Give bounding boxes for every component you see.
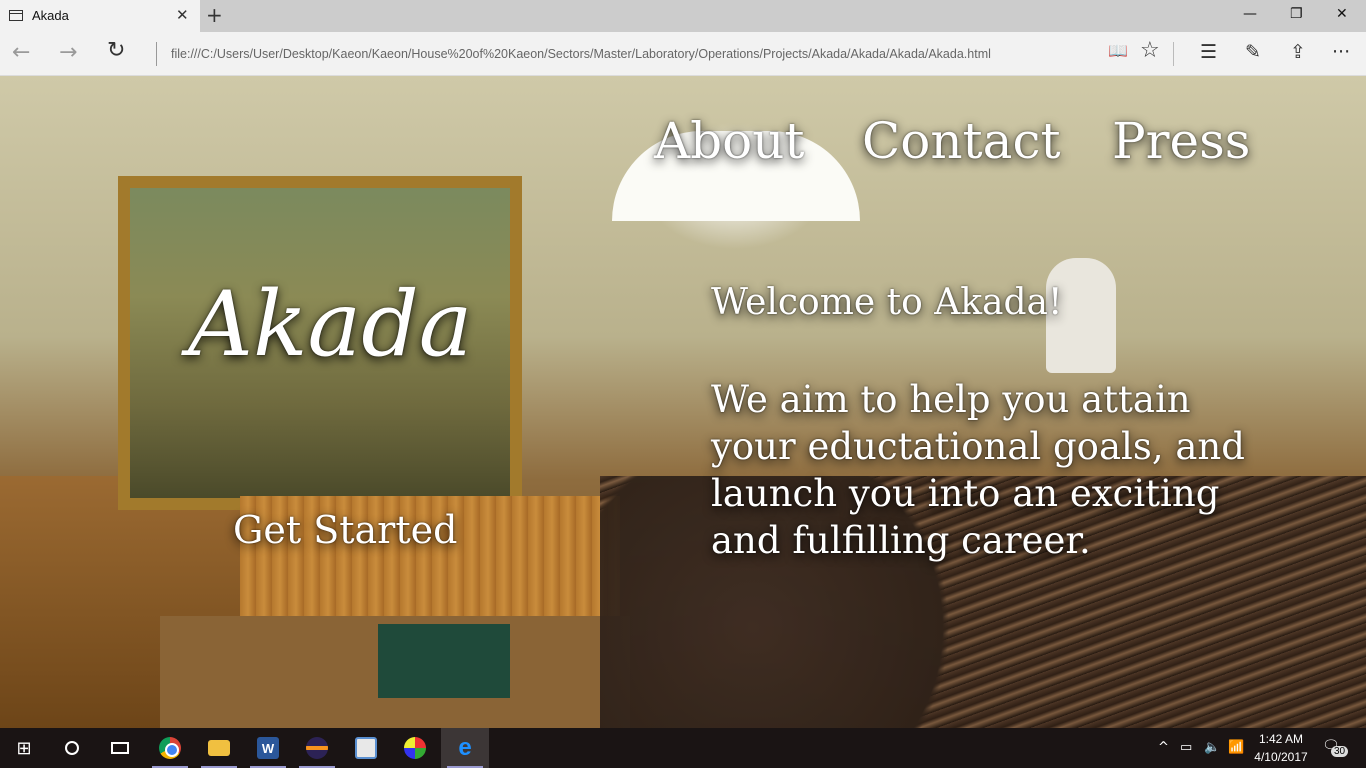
taskbar-edge[interactable]: e	[441, 728, 489, 768]
paint-palette-icon	[404, 737, 426, 759]
tab-title: Akada	[32, 8, 69, 23]
page-icon	[9, 10, 23, 21]
taskbar-eclipse[interactable]	[293, 728, 341, 768]
share-icon[interactable]: ⇪	[1290, 41, 1306, 63]
minimize-button[interactable]: —	[1243, 6, 1257, 22]
reading-view-icon[interactable]: 📖	[1108, 41, 1128, 60]
site-logo-title: Akada	[188, 272, 473, 377]
start-button[interactable]: ⊞	[0, 728, 48, 768]
restore-button[interactable]: ❐	[1290, 6, 1303, 22]
word-icon: W	[257, 737, 279, 759]
windows-icon: ⊞	[16, 737, 32, 759]
page-background: About Contact Press Akada Get Started We…	[0, 76, 1366, 728]
taskbar-file-explorer[interactable]	[195, 728, 243, 768]
cortana-button[interactable]	[48, 728, 96, 768]
tab-close-icon[interactable]: ✕	[176, 6, 189, 24]
taskbar-chrome[interactable]	[146, 728, 194, 768]
task-view-button[interactable]	[96, 728, 144, 768]
taskbar-photos[interactable]	[342, 728, 390, 768]
forward-arrow-icon[interactable]: →	[59, 40, 77, 65]
wifi-icon[interactable]: 📶	[1228, 740, 1244, 755]
nav-about-link[interactable]: About	[654, 112, 805, 170]
notification-count-badge: 30	[1331, 746, 1349, 757]
show-hidden-icons-chevron-icon[interactable]: ^	[1158, 740, 1169, 755]
web-note-icon[interactable]: ✎	[1245, 41, 1261, 63]
system-clock[interactable]: 1:42 AM 4/10/2017	[1250, 730, 1312, 766]
url-field[interactable]: file:///C:/Users/User/Desktop/Kaeon/Kaeo…	[171, 47, 991, 61]
more-icon[interactable]: ···	[1332, 41, 1350, 63]
eclipse-icon	[306, 737, 328, 759]
close-window-button[interactable]: ✕	[1336, 6, 1348, 22]
nav-press-link[interactable]: Press	[1112, 112, 1250, 170]
address-separator	[156, 42, 157, 66]
refresh-icon[interactable]: ↻	[107, 38, 125, 63]
battery-icon[interactable]: ▭	[1180, 740, 1192, 755]
mission-text: We aim to help you attain your eductatio…	[711, 378, 1245, 562]
clock-time: 1:42 AM	[1258, 732, 1304, 746]
hub-icon[interactable]: ☰	[1200, 41, 1217, 63]
taskbar-paint[interactable]	[391, 728, 439, 768]
taskbar-word[interactable]: W	[244, 728, 292, 768]
favorite-star-icon[interactable]: ☆	[1140, 38, 1160, 63]
chrome-icon	[159, 737, 181, 759]
tab-bar: Akada ✕ + — ❐ ✕	[0, 0, 1366, 32]
edge-icon: e	[458, 734, 472, 761]
address-toolbar: ← → ↻ file:///C:/Users/User/Desktop/Kaeo…	[0, 32, 1366, 76]
speaker-table	[378, 624, 510, 698]
new-tab-button[interactable]: +	[206, 3, 223, 27]
back-arrow-icon[interactable]: ←	[12, 40, 30, 65]
browser-tab[interactable]: Akada ✕	[0, 0, 200, 32]
photos-icon	[355, 737, 377, 759]
nav-contact-link[interactable]: Contact	[862, 112, 1061, 170]
toolbar-separator	[1173, 42, 1174, 66]
welcome-heading: Welcome to Akada!	[711, 282, 1063, 323]
taskbar: ⊞ W e ^ ▭ 🔈 📶 1:42 AM 4/10/2017 🗨 30	[0, 728, 1366, 768]
search-circle-icon	[65, 741, 79, 755]
folder-icon	[208, 740, 230, 756]
task-view-icon	[111, 742, 129, 754]
volume-icon[interactable]: 🔈	[1204, 740, 1220, 755]
clock-date: 4/10/2017	[1254, 750, 1308, 764]
get-started-link[interactable]: Get Started	[233, 508, 457, 552]
